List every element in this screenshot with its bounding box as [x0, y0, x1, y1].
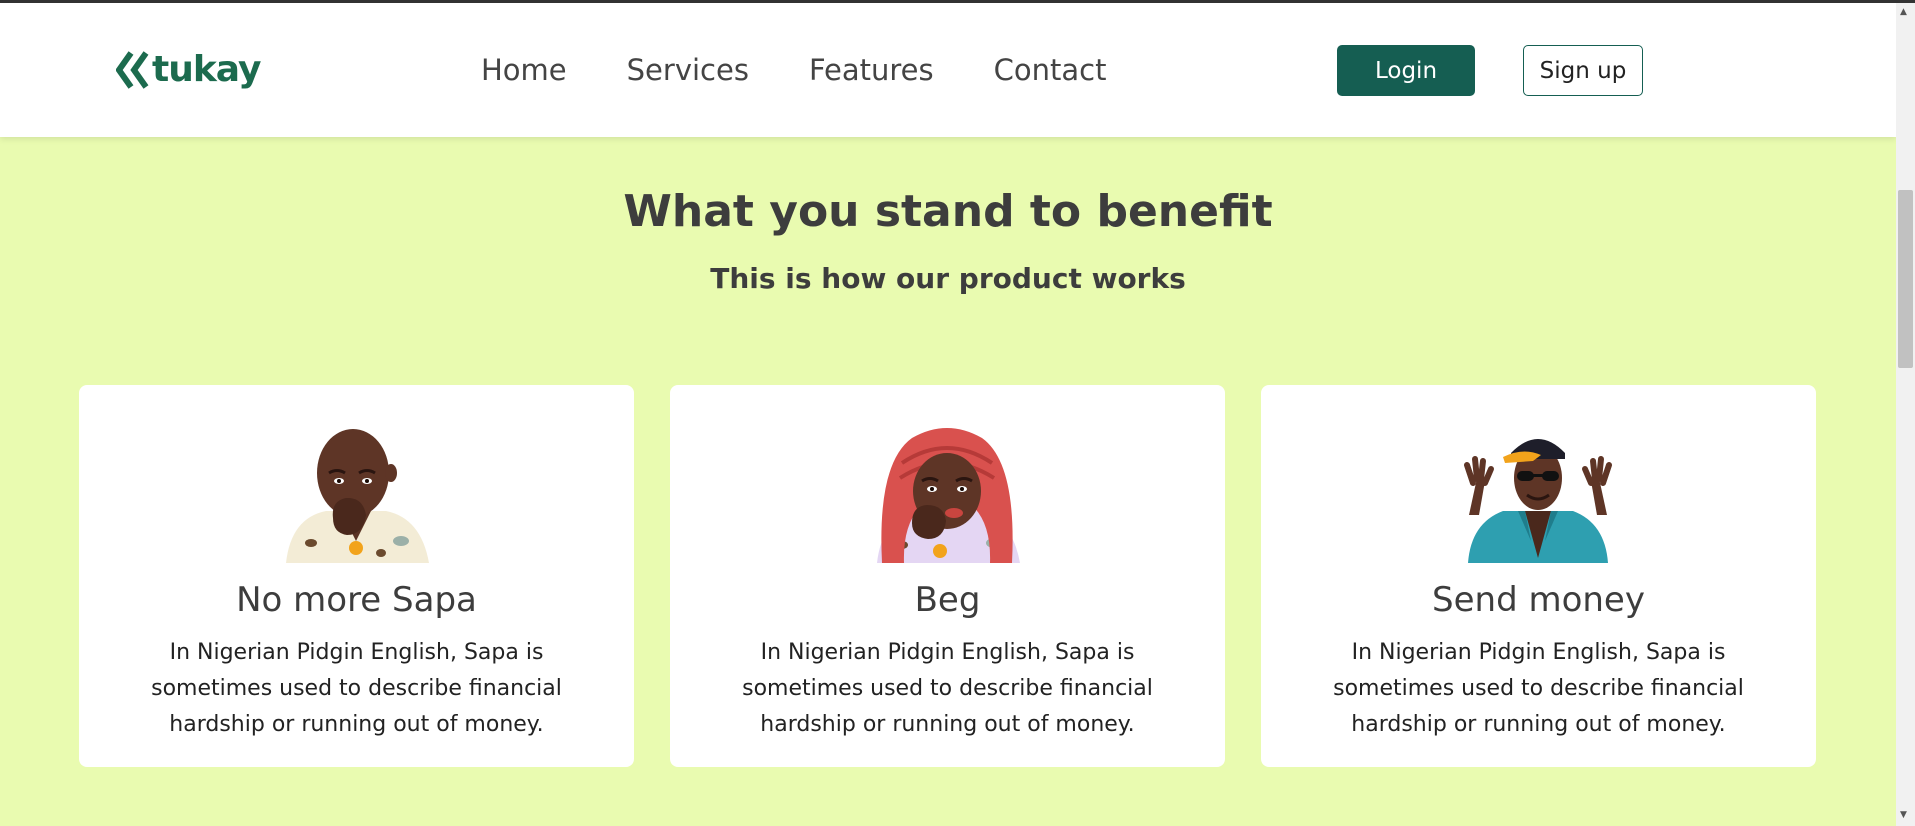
nav-services-link[interactable]: Services: [627, 53, 749, 87]
card-description: In Nigerian Pidgin English, Sapa is some…: [742, 640, 1153, 737]
login-button[interactable]: Login: [1337, 45, 1475, 96]
benefit-card: No more Sapa In Nigerian Pidgin English,…: [79, 385, 634, 767]
nav-contact-link[interactable]: Contact: [994, 53, 1107, 87]
card-title: Beg: [914, 580, 981, 620]
card-description: In Nigerian Pidgin English, Sapa is some…: [151, 640, 562, 737]
thinking-man-illustration: [286, 429, 429, 563]
double-chevron-left-icon: [116, 50, 149, 89]
scroll-down-arrow-icon[interactable]: ▼: [1900, 810, 1907, 820]
section-subtitle: This is how our product works: [710, 262, 1186, 295]
brand-logo[interactable]: tukay: [116, 49, 261, 90]
scroll-up-arrow-icon[interactable]: ▲: [1900, 7, 1907, 17]
benefit-card: Send money In Nigerian Pidgin English, S…: [1261, 385, 1816, 767]
navbar: tukay Home Services Features Contact Log…: [0, 3, 1896, 137]
brand-name: tukay: [152, 49, 261, 90]
card-title: No more Sapa: [236, 580, 477, 620]
section-title: What you stand to benefit: [623, 186, 1273, 237]
nav-home-link[interactable]: Home: [481, 53, 567, 87]
card-title: Send money: [1432, 580, 1645, 620]
scrollbar[interactable]: [1896, 3, 1915, 826]
waving-man-cap-illustration: [1464, 439, 1612, 563]
main-nav: Home Services Features Contact: [481, 53, 1106, 87]
thinking-woman-headwrap-illustration: [877, 428, 1020, 563]
scrollbar-thumb[interactable]: [1898, 190, 1913, 368]
signup-button[interactable]: Sign up: [1523, 45, 1643, 96]
benefit-card: Beg In Nigerian Pidgin English, Sapa is …: [670, 385, 1225, 767]
card-description: In Nigerian Pidgin English, Sapa is some…: [1333, 640, 1744, 737]
nav-features-link[interactable]: Features: [809, 53, 934, 87]
